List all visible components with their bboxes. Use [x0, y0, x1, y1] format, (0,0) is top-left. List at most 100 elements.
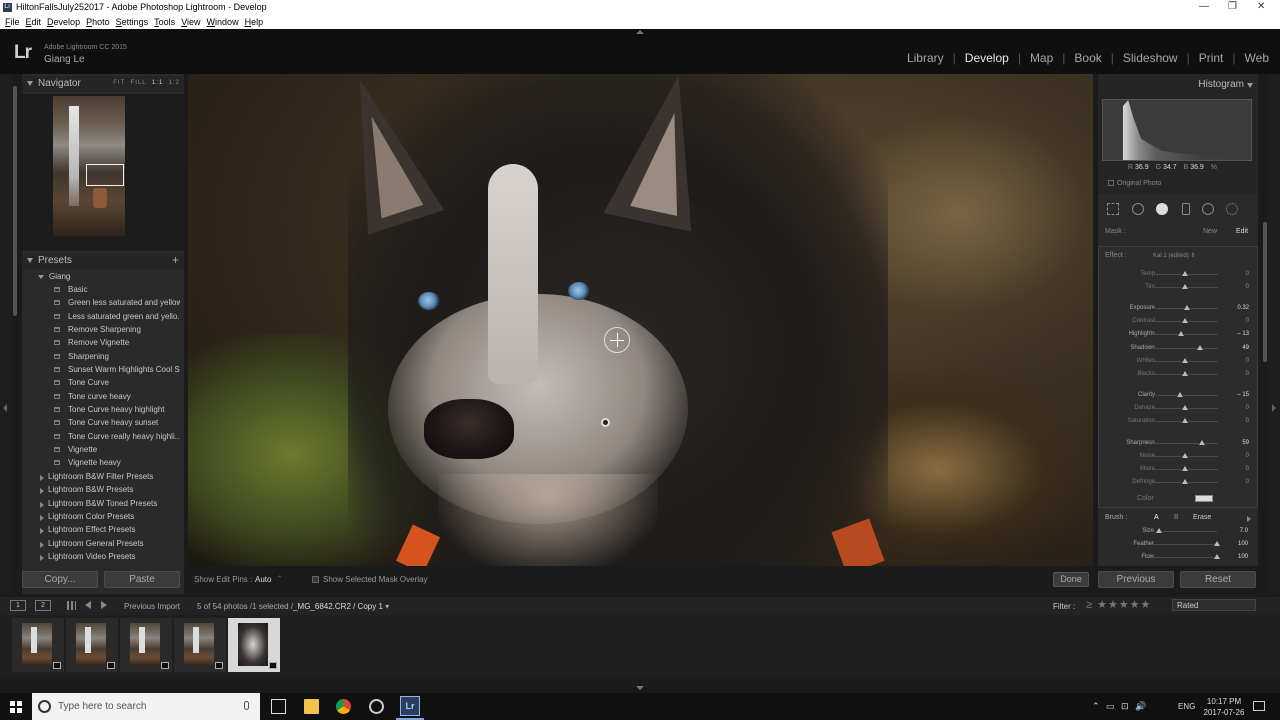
slider-moire[interactable]: Moire 0	[1099, 464, 1259, 476]
slider-tint[interactable]: Tint 0	[1099, 282, 1259, 294]
filmstrip-thumbnail[interactable]	[66, 618, 118, 672]
slider-value[interactable]: 0	[1246, 453, 1249, 459]
menu-window[interactable]: Window	[207, 15, 239, 29]
slider-dehaze[interactable]: Dehaze 0	[1099, 403, 1259, 415]
file-explorer-icon[interactable]	[304, 699, 319, 714]
menu-settings[interactable]: Settings	[116, 15, 149, 29]
slider-saturation[interactable]: Saturation 0	[1099, 416, 1259, 428]
slider-clarity[interactable]: Clarity – 15	[1099, 390, 1259, 402]
module-develop[interactable]: Develop	[965, 51, 1009, 65]
slider-noise[interactable]: Noise 0	[1099, 451, 1259, 463]
slider-value[interactable]: 0	[1246, 358, 1249, 364]
grid-view-icon[interactable]	[67, 601, 76, 610]
preset-item[interactable]: Tone curve heavy	[22, 390, 184, 403]
task-view-icon[interactable]	[271, 699, 286, 714]
language-indicator[interactable]: ENG	[1178, 702, 1195, 711]
top-panel-toggle-icon[interactable]	[636, 30, 644, 34]
slider-defringe[interactable]: Defringe 0	[1099, 477, 1259, 489]
photo-count[interactable]: 5 of 54 photos /1 selected /_MG_6842.CR2…	[197, 602, 389, 611]
slider-value[interactable]: – 13	[1237, 331, 1249, 337]
preset-group[interactable]: Lightroom Color Presets	[22, 510, 184, 523]
mask-edit-button[interactable]: Edit	[1236, 228, 1248, 235]
zoom-fit[interactable]: FIT	[113, 80, 125, 86]
brush-b-button[interactable]: B	[1174, 514, 1179, 521]
menu-tools[interactable]: Tools	[154, 15, 175, 29]
edit-pins-select[interactable]: Auto	[255, 575, 271, 584]
paste-settings-button[interactable]: Paste	[104, 571, 180, 588]
slider-value[interactable]: 0	[1246, 318, 1249, 324]
brush-a-button[interactable]: A	[1154, 514, 1159, 521]
right-panel-toggle-icon[interactable]	[1272, 404, 1276, 412]
preset-item[interactable]: Sunset Warm Highlights Cool S...	[22, 363, 184, 376]
navigator-view-frame[interactable]	[86, 164, 124, 186]
histogram-graph[interactable]	[1102, 99, 1252, 161]
slider-thumb[interactable]	[1182, 271, 1188, 276]
module-print[interactable]: Print	[1199, 51, 1224, 65]
add-preset-icon[interactable]: +	[172, 253, 179, 267]
slider-thumb[interactable]	[1177, 392, 1184, 397]
left-panel-toggle-icon[interactable]	[3, 404, 7, 412]
chrome-icon[interactable]	[336, 699, 351, 714]
preset-item[interactable]: Remove Vignette	[22, 336, 184, 349]
slider-track[interactable]	[1152, 334, 1218, 335]
slider-value[interactable]: 0	[1246, 405, 1249, 411]
menu-help[interactable]: Help	[245, 15, 264, 29]
right-panel-scrollbar[interactable]	[1263, 222, 1267, 362]
preset-group[interactable]: Lightroom B&W Toned Presets	[22, 497, 184, 510]
module-map[interactable]: Map	[1030, 51, 1053, 65]
slider-track[interactable]	[1152, 443, 1218, 444]
menu-file[interactable]: File	[5, 15, 20, 29]
action-center-icon[interactable]	[1253, 701, 1265, 711]
slider-temp[interactable]: Temp 0	[1099, 269, 1259, 281]
slider-thumb[interactable]	[1155, 528, 1162, 533]
slider-thumb[interactable]	[1199, 440, 1206, 445]
bottom-panel-toggle-icon[interactable]	[636, 686, 644, 690]
filter-preset-select[interactable]: Rated	[1172, 599, 1256, 611]
slider-thumb[interactable]	[1182, 418, 1188, 423]
copy-settings-button[interactable]: Copy...	[22, 571, 98, 588]
slider-value[interactable]: 0	[1246, 284, 1249, 290]
snipping-app-icon[interactable]	[369, 699, 384, 714]
module-library[interactable]: Library	[907, 51, 944, 65]
slider-contrast[interactable]: Contrast 0	[1099, 316, 1259, 328]
preset-item[interactable]: Remove Sharpening	[22, 323, 184, 336]
slider-value[interactable]: 100	[1238, 554, 1248, 560]
filmstrip-thumbnail-selected[interactable]	[228, 618, 280, 672]
slider-thumb[interactable]	[1182, 453, 1188, 458]
module-book[interactable]: Book	[1074, 51, 1101, 65]
main-window-button[interactable]: 1	[10, 600, 26, 611]
preset-item[interactable]: Green less saturated and yellow	[22, 296, 184, 309]
color-swatch[interactable]	[1195, 495, 1213, 502]
mask-new-button[interactable]: New	[1203, 228, 1217, 235]
minimize-button[interactable]: —	[1199, 1, 1209, 12]
slider-sharpness[interactable]: Sharpness 59	[1099, 438, 1259, 450]
slider-whites[interactable]: Whites 0	[1099, 356, 1259, 368]
reset-button[interactable]: Reset	[1180, 571, 1256, 588]
crop-tool-icon[interactable]	[1107, 203, 1119, 215]
slider-thumb[interactable]	[1178, 331, 1185, 336]
slider-shadows[interactable]: Shadows 49	[1099, 343, 1259, 355]
slider-size[interactable]: Size 7.0	[1098, 526, 1258, 538]
previous-button[interactable]: Previous	[1098, 571, 1174, 588]
slider-thumb[interactable]	[1182, 405, 1188, 410]
slider-thumb[interactable]	[1182, 479, 1188, 484]
zoom-fill[interactable]: FILL	[131, 80, 147, 86]
slider-value[interactable]: 0	[1246, 479, 1249, 485]
navigator-header[interactable]: Navigator FIT FILL 1:1 1:2	[22, 76, 184, 92]
close-button[interactable]: ✕	[1257, 1, 1265, 12]
slider-blacks[interactable]: Blacks 0	[1099, 369, 1259, 381]
slider-thumb[interactable]	[1182, 284, 1188, 289]
adjustment-pin-icon[interactable]	[601, 418, 610, 427]
preset-folder-giang[interactable]: Giang	[22, 271, 184, 283]
brush-expand-icon[interactable]	[1247, 516, 1251, 522]
windows-start-icon[interactable]	[10, 701, 22, 713]
slider-flow[interactable]: Flow 100	[1098, 552, 1258, 564]
forward-arrow-icon[interactable]	[101, 601, 107, 609]
photo-canvas[interactable]	[188, 74, 1093, 566]
system-tray-icons[interactable]: ⌃ ▭ ⊡ 🔊	[1092, 701, 1148, 712]
navigator-zoom-options[interactable]: FIT FILL 1:1 1:2	[113, 80, 180, 86]
back-arrow-icon[interactable]	[85, 601, 91, 609]
preset-item[interactable]: Tone Curve	[22, 376, 184, 389]
preset-group[interactable]: Lightroom B&W Filter Presets	[22, 470, 184, 483]
slider-track[interactable]	[1152, 348, 1218, 349]
